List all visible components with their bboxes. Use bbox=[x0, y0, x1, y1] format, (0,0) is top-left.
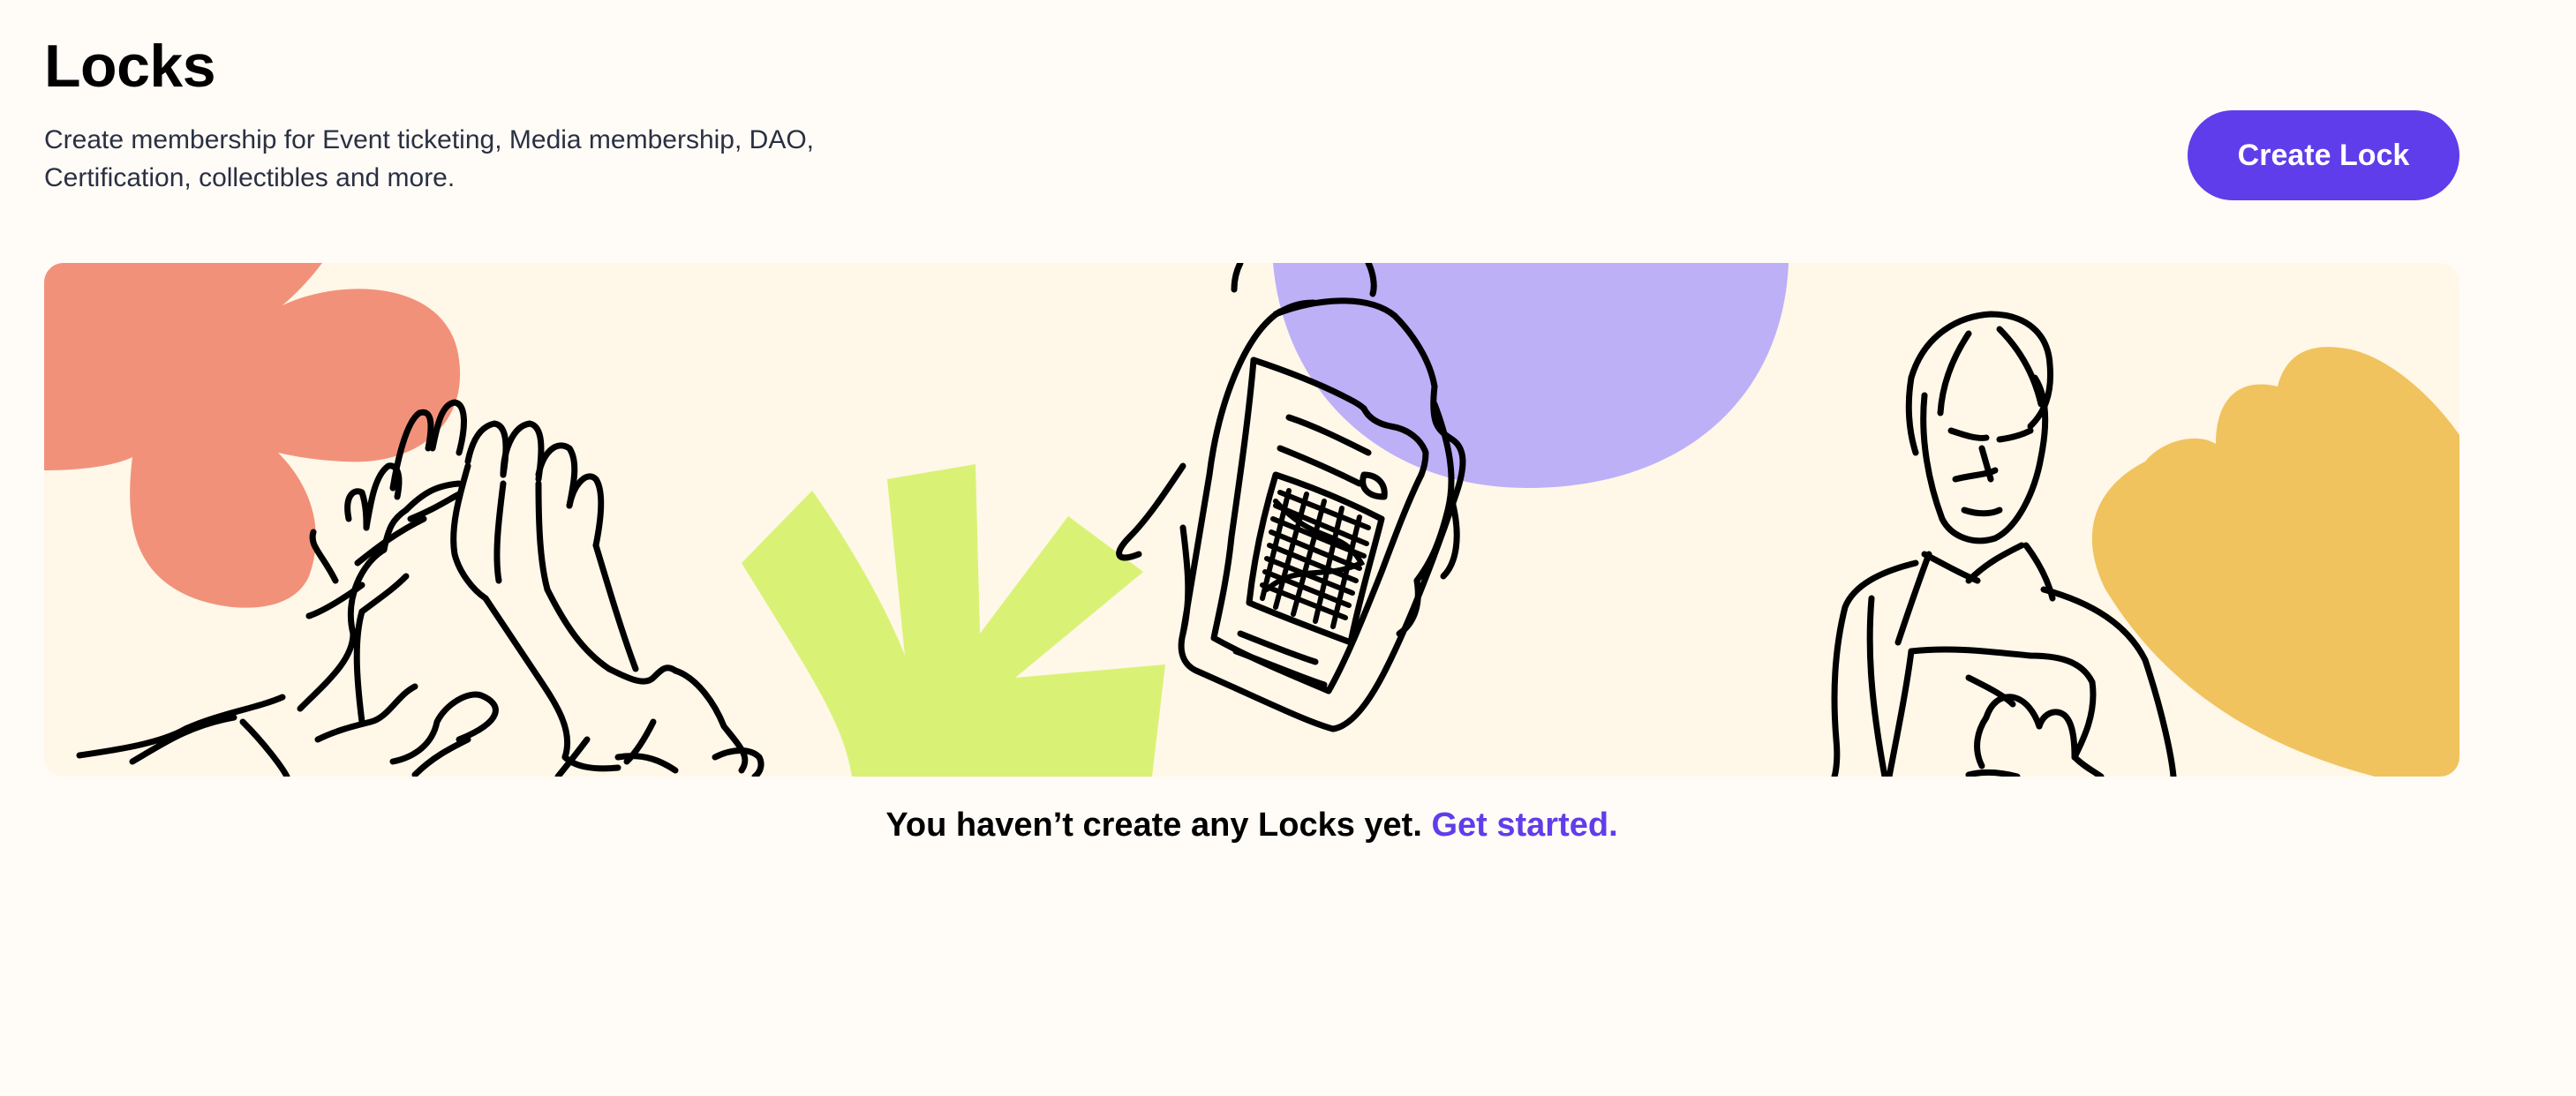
page-description: Create membership for Event ticketing, M… bbox=[44, 125, 815, 192]
page-title: Locks bbox=[44, 33, 216, 100]
flower-icon bbox=[44, 263, 461, 608]
locks-illustration-banner bbox=[44, 263, 2459, 777]
ticket-scribble bbox=[1260, 488, 1371, 629]
empty-state-text: You haven’t create any Locks yet. bbox=[885, 807, 1422, 844]
empty-state-message: You haven’t create any Locks yet. Get st… bbox=[0, 799, 2504, 852]
lavender-circle-shape bbox=[1273, 263, 1789, 488]
cloud-shape-icon bbox=[2091, 347, 2459, 777]
illustration-svg bbox=[44, 263, 2459, 777]
create-lock-button[interactable]: Create Lock bbox=[2188, 110, 2459, 200]
starburst-icon bbox=[742, 464, 1165, 777]
get-started-link[interactable]: Get started. bbox=[1431, 807, 1617, 844]
locks-page: Locks Create membership for Event ticket… bbox=[0, 0, 2576, 1096]
